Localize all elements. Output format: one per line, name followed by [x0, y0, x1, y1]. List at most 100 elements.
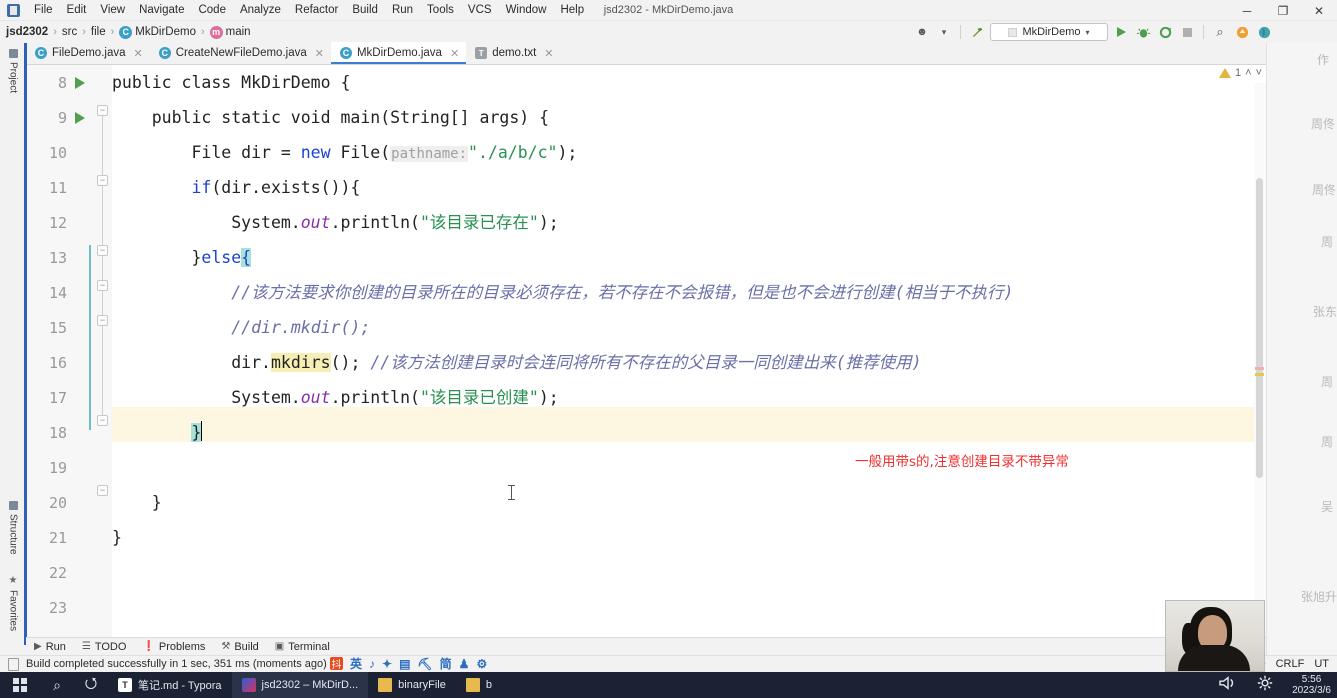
menu-analyze[interactable]: Analyze	[233, 2, 288, 18]
scrollbar-warning-marker[interactable]	[1255, 373, 1264, 376]
menu-refactor[interactable]: Refactor	[288, 2, 345, 18]
updates-icon[interactable]	[1233, 23, 1251, 41]
taskbar-app-intellij[interactable]: jsd2302 – MkDirD...	[232, 672, 369, 698]
inspection-widget[interactable]: 1 ˄ ˅	[1219, 67, 1262, 79]
menu-build[interactable]: Build	[345, 2, 385, 18]
menu-navigate[interactable]: Navigate	[132, 2, 191, 18]
minimize-button[interactable]: ─	[1229, 0, 1265, 21]
task-view-button[interactable]: ⭯	[74, 673, 108, 698]
fold-marker-icon[interactable]: −	[97, 245, 108, 256]
search-icon[interactable]: ⌕	[1211, 23, 1229, 41]
tab-filedemo[interactable]: C FileDemo.java ✕	[26, 42, 150, 64]
ime-lang-icon[interactable]: 英	[350, 655, 362, 672]
list-item[interactable]: 周佟	[1312, 181, 1336, 198]
tool-window-run[interactable]: ▶ Run	[34, 641, 66, 653]
start-button[interactable]	[0, 678, 40, 692]
editor-gutter[interactable]: 8 9 10 11 12 13 14 15 16 17 18 19 20 21 …	[27, 65, 112, 637]
tool-window-build[interactable]: ⚒ Build	[221, 641, 258, 653]
list-item[interactable]: 张东	[1313, 303, 1337, 320]
debug-button[interactable]	[1134, 23, 1152, 41]
ime-settings-icon[interactable]: ⚙	[476, 657, 487, 671]
scrollbar-thumb[interactable]	[1256, 178, 1263, 478]
taskbar-search-button[interactable]: ⌕	[40, 677, 74, 694]
next-highlight-icon[interactable]: ˅	[1256, 67, 1262, 79]
ime-logo-icon[interactable]: 抖	[330, 657, 343, 670]
menu-tools[interactable]: Tools	[420, 2, 461, 18]
menu-code[interactable]: Code	[191, 2, 233, 18]
fold-marker-icon[interactable]: −	[97, 415, 108, 426]
taskbar-clock[interactable]: 5:56 2023/3/6	[1292, 674, 1331, 696]
list-item[interactable]: 张旭升	[1301, 588, 1337, 605]
menu-edit[interactable]: Edit	[60, 2, 94, 18]
list-item[interactable]: 周	[1321, 233, 1333, 250]
list-item[interactable]: 周佟	[1311, 115, 1335, 132]
breadcrumb-class[interactable]: C MkDirDemo	[119, 26, 196, 39]
tool-window-todo[interactable]: ☰ TODO	[82, 641, 127, 653]
prev-highlight-icon[interactable]: ˄	[1245, 67, 1251, 79]
code-editor[interactable]: 8 9 10 11 12 13 14 15 16 17 18 19 20 21 …	[27, 65, 1266, 637]
ime-keyboard-icon[interactable]: ▤	[399, 657, 410, 671]
list-item[interactable]: 作	[1317, 51, 1329, 68]
list-item[interactable]: 周	[1321, 433, 1333, 450]
fold-marker-icon[interactable]: −	[97, 485, 108, 496]
taskbar-app-typora[interactable]: T 笔记.md - Typora	[108, 672, 232, 698]
sidebar-item-favorites[interactable]: ★ Favorites	[0, 571, 26, 635]
user-avatar-icon[interactable]: ☻	[913, 23, 931, 41]
ime-moon-icon[interactable]: ♪	[369, 657, 375, 671]
tab-demotxt[interactable]: T demo.txt ✕	[466, 42, 560, 64]
tab-close-icon[interactable]: ✕	[134, 47, 143, 60]
menu-help[interactable]: Help	[553, 2, 591, 18]
list-item[interactable]: 吴	[1321, 498, 1333, 515]
breadcrumb-src[interactable]: src	[62, 26, 77, 38]
speaker-icon[interactable]	[1218, 675, 1238, 696]
changed-lines-marker[interactable]	[89, 245, 91, 430]
menu-view[interactable]: View	[93, 2, 132, 18]
scrollbar-error-marker[interactable]	[1255, 367, 1264, 370]
tab-close-icon[interactable]: ✕	[315, 47, 324, 60]
ime-skin-icon[interactable]: ♟	[459, 657, 470, 671]
editor-scrollbar[interactable]	[1254, 83, 1266, 637]
list-item[interactable]: 周	[1321, 373, 1333, 390]
run-button[interactable]	[1112, 23, 1130, 41]
breadcrumb-package[interactable]: file	[91, 26, 106, 38]
fold-marker-icon[interactable]: −	[97, 280, 108, 291]
sidebar-item-project[interactable]: Project	[0, 45, 26, 97]
file-encoding[interactable]: UT	[1314, 658, 1329, 670]
ide-logo-icon[interactable]	[1255, 23, 1273, 41]
ime-tool-icon[interactable]: ⛏	[417, 657, 432, 671]
line-separator[interactable]: CRLF	[1276, 658, 1305, 670]
run-with-coverage-button[interactable]	[1156, 23, 1174, 41]
build-hammer-icon[interactable]	[968, 23, 986, 41]
breadcrumb-project[interactable]: jsd2302	[6, 26, 48, 38]
ime-simplified-icon[interactable]: 简	[440, 655, 452, 672]
run-configuration-selector[interactable]: MkDirDemo ▾	[990, 23, 1108, 41]
taskbar-app-b[interactable]: b	[456, 672, 502, 698]
run-gutter-icon[interactable]	[75, 77, 85, 89]
tab-createnewfiledemo[interactable]: C CreateNewFileDemo.java ✕	[150, 42, 331, 64]
tool-window-problems[interactable]: ❗ Problems	[142, 641, 205, 653]
menu-vcs[interactable]: VCS	[461, 2, 499, 18]
stop-button[interactable]	[1178, 23, 1196, 41]
tab-mkdirdemo[interactable]: C MkDirDemo.java ✕	[331, 42, 466, 64]
ime-sparkle-icon[interactable]: ✦	[382, 657, 392, 671]
close-button[interactable]: ✕	[1301, 0, 1337, 21]
menu-file[interactable]: File	[27, 2, 60, 18]
breadcrumb-method[interactable]: m main	[210, 26, 251, 39]
participants-panel[interactable]: 作 周佟 周佟 周 张东 周 周 吴 张旭升 陈乐璠	[1266, 43, 1337, 668]
chevron-down-icon[interactable]: ▾	[935, 23, 953, 41]
fold-marker-icon[interactable]: −	[97, 175, 108, 186]
menu-window[interactable]: Window	[499, 2, 554, 18]
tool-window-terminal[interactable]: ▣ Terminal	[275, 641, 330, 653]
event-log-icon[interactable]	[8, 658, 19, 671]
menu-run[interactable]: Run	[385, 2, 420, 18]
maximize-button[interactable]: ❐	[1265, 0, 1301, 21]
run-gutter-icon[interactable]	[75, 112, 85, 124]
taskbar-app-binaryfile[interactable]: binaryFile	[368, 672, 456, 698]
ime-toolbar[interactable]: 抖 英 ♪ ✦ ▤ ⛏ 简 ♟ ⚙	[330, 655, 487, 672]
gear-icon[interactable]	[1256, 674, 1274, 697]
tab-close-icon[interactable]: ✕	[450, 47, 459, 60]
sidebar-item-structure[interactable]: Structure	[0, 497, 26, 559]
fold-marker-icon[interactable]: −	[97, 105, 108, 116]
tab-close-icon[interactable]: ✕	[544, 47, 553, 60]
fold-marker-icon[interactable]: −	[97, 315, 108, 326]
